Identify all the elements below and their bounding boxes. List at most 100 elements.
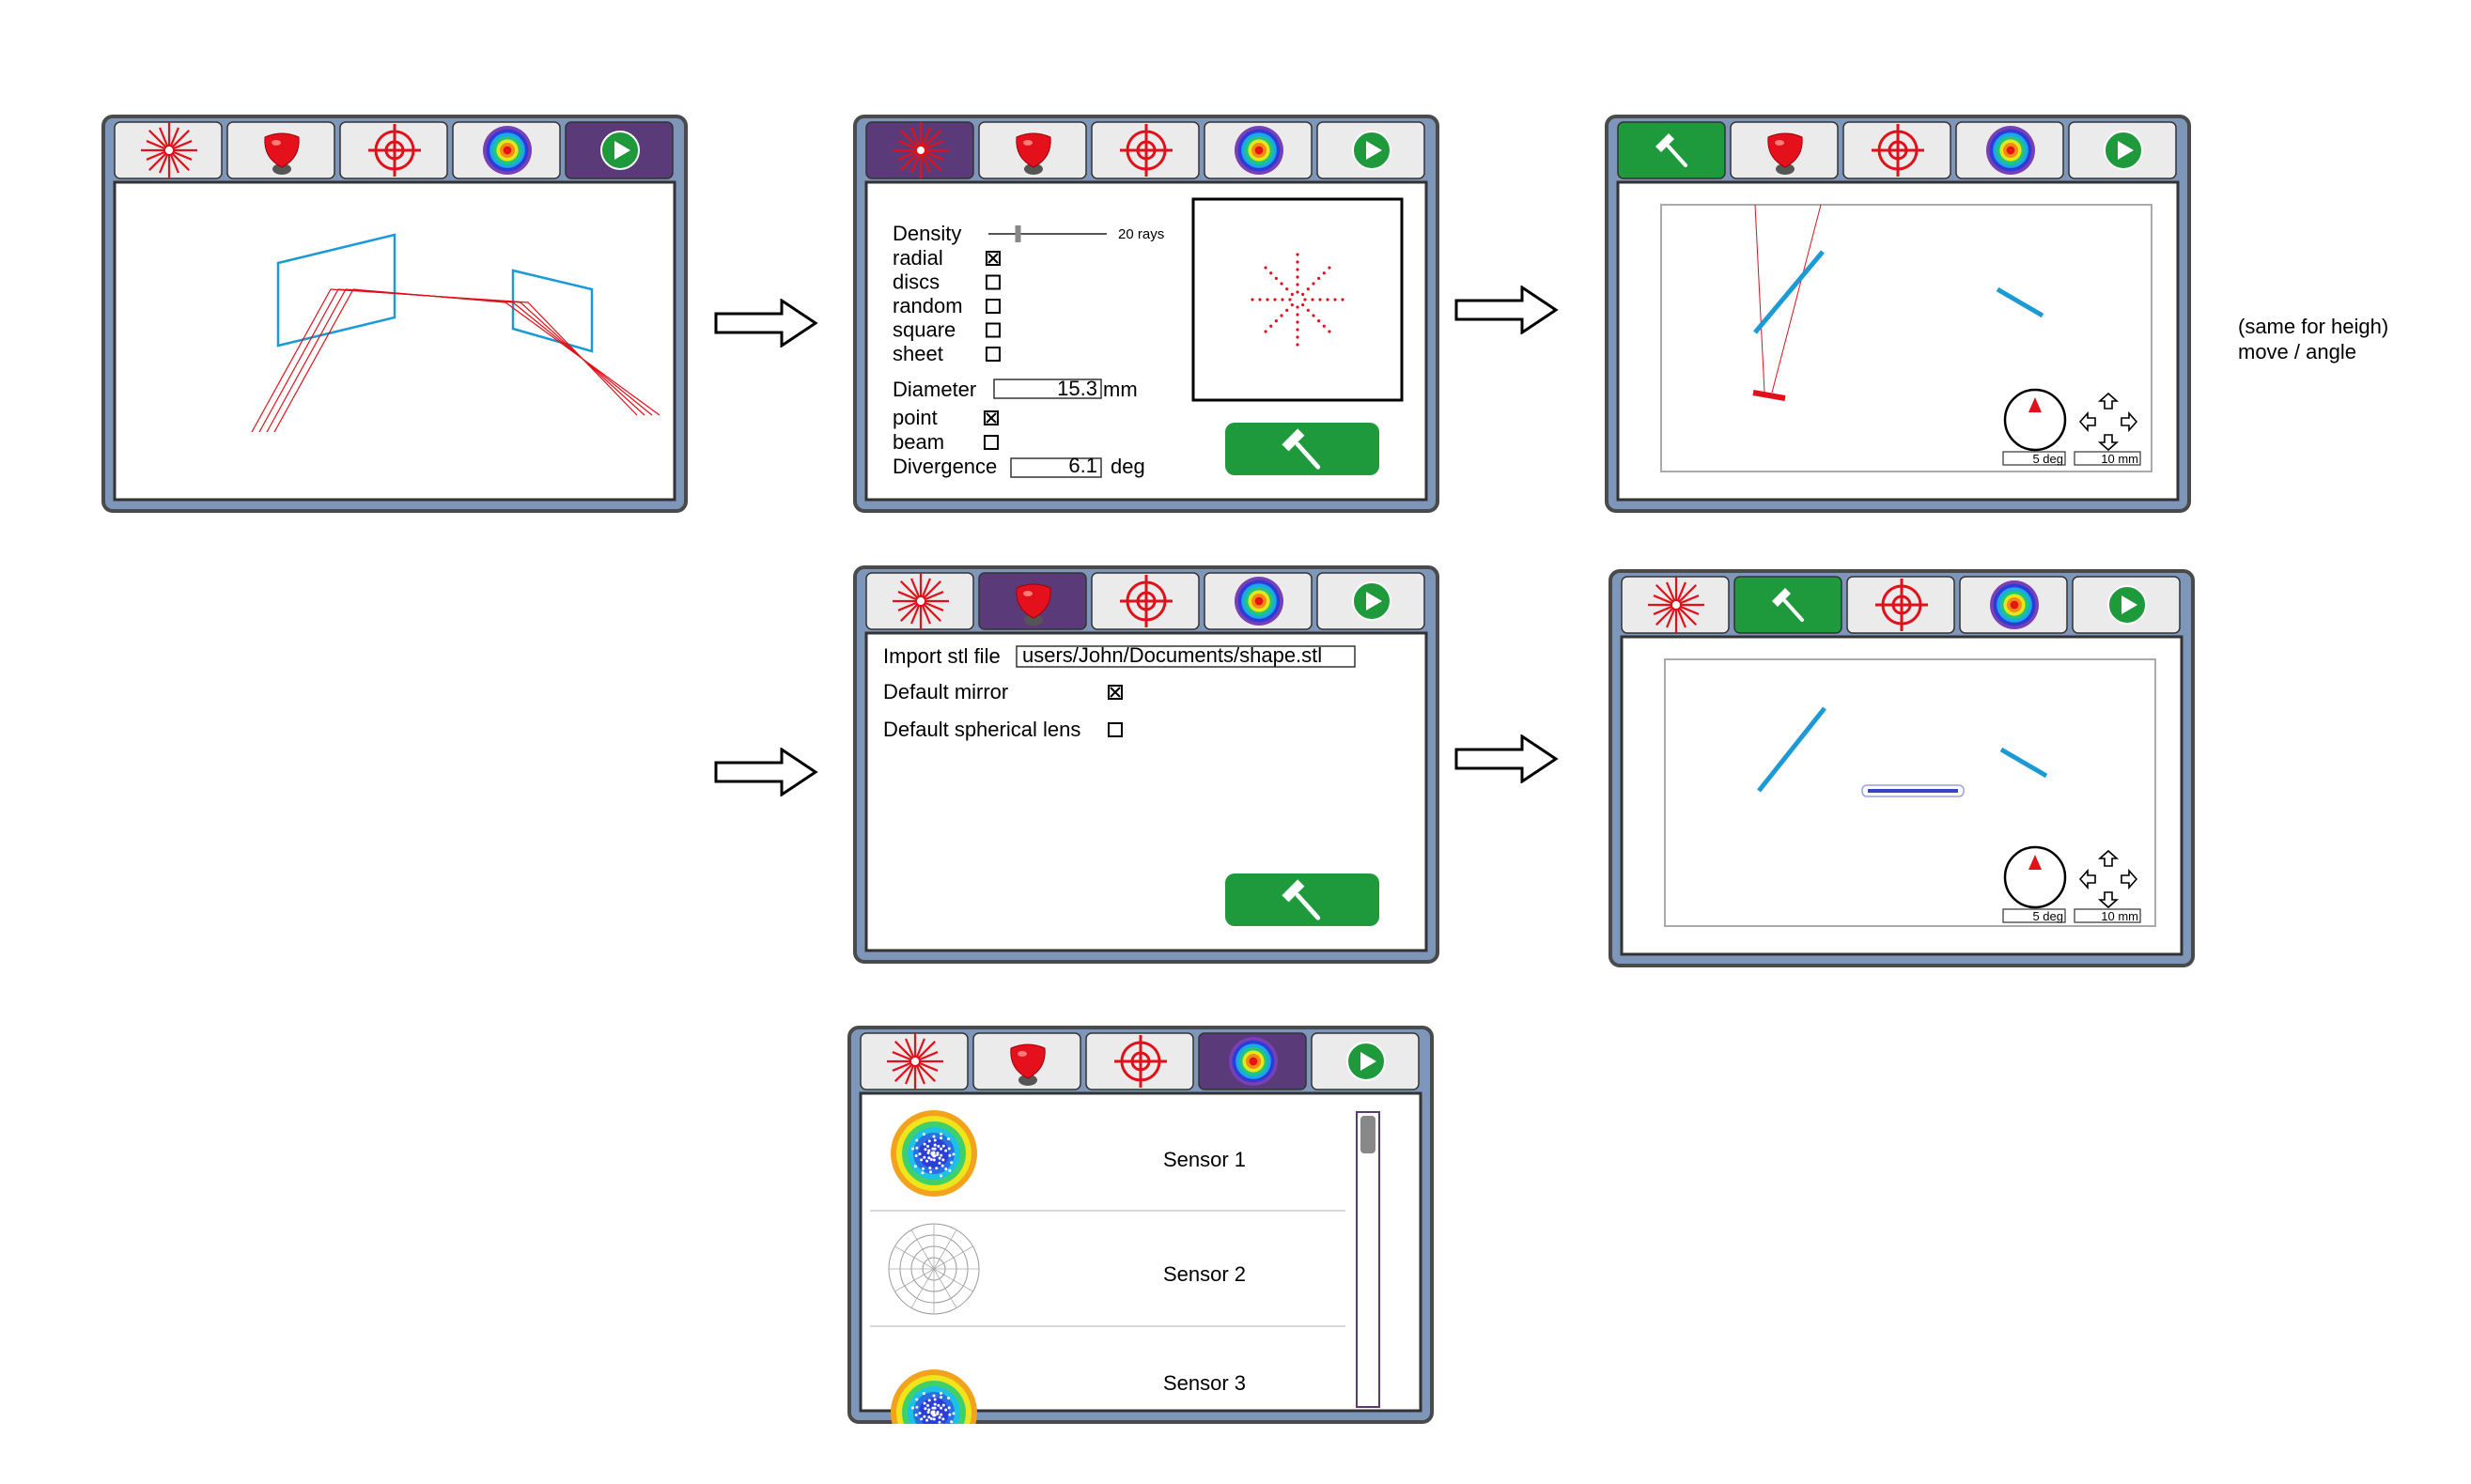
rainbow-sensor-icon <box>1986 126 2035 175</box>
tab-rainbow-sensor[interactable] <box>1955 121 2064 179</box>
tab-rainbow-sensor[interactable] <box>1204 121 1313 179</box>
density-slider-knob[interactable] <box>1015 225 1021 242</box>
tab-play[interactable] <box>565 121 674 179</box>
ray-preview <box>1191 197 1404 402</box>
window-sensors: Sensor 1 Sensor 2 Sensor 3 <box>847 1026 1434 1424</box>
ray-source-icon <box>1648 577 1704 633</box>
tab-rainbow-sensor[interactable] <box>1204 572 1313 630</box>
flow-arrow <box>1454 734 1559 783</box>
sensor-label: Sensor 1 <box>1163 1148 1246 1171</box>
play-icon <box>1352 131 1391 170</box>
rainbow-sensor-icon <box>1235 577 1283 626</box>
density-value: 20 rays <box>1118 226 1164 242</box>
window-place-source: 5 deg 10 mm <box>1605 115 2191 513</box>
source-option-checkbox[interactable] <box>986 274 1001 290</box>
element-option-label: Default mirror <box>883 680 1008 703</box>
flow-arrow <box>714 748 818 796</box>
tab-ray-source[interactable] <box>865 572 974 630</box>
tab-crosshair-target[interactable] <box>1842 121 1951 179</box>
beam-option-label: beam <box>893 430 944 454</box>
tab-crosshair-target[interactable] <box>1091 121 1200 179</box>
import-label: Import stl file <box>883 644 1001 668</box>
tab-play[interactable] <box>1311 1032 1420 1090</box>
beam-option-checkbox[interactable] <box>984 410 999 425</box>
build-button[interactable] <box>1225 873 1379 926</box>
window-source-settings: Density 20 rays radialdiscsrandomsquareshe… <box>853 115 1439 513</box>
tab-ray-source[interactable] <box>1621 576 1730 634</box>
play-icon <box>600 131 640 170</box>
diameter-label: Diameter <box>893 378 976 401</box>
import-path-value: users/John/Documents/shape.stl <box>1022 643 1322 667</box>
tab-crosshair-target[interactable] <box>1085 1032 1194 1090</box>
tab-red-lens[interactable] <box>978 572 1087 630</box>
diameter-unit: mm <box>1103 378 1138 401</box>
window-3d-view <box>101 115 688 513</box>
source-option-checkbox[interactable] <box>986 322 1001 338</box>
tab-play[interactable] <box>2072 576 2181 634</box>
ray-source-icon <box>893 122 949 178</box>
divergence-value: 6.1 <box>1068 454 1097 477</box>
window-place-element: 5 deg 10 mm <box>1608 569 2195 967</box>
window-element-settings: Import stl file users/John/Documents/shap… <box>853 565 1439 964</box>
tab-ray-source[interactable] <box>114 121 223 179</box>
rainbow-sensor-icon <box>483 126 532 175</box>
content-area <box>113 180 676 502</box>
top-view <box>1664 658 2156 927</box>
move-step-value: 10 mm <box>2101 909 2138 923</box>
tab-play[interactable] <box>1316 572 1425 630</box>
tab-crosshair-target[interactable] <box>1091 572 1200 630</box>
scrollbar-thumb[interactable] <box>1360 1116 1375 1153</box>
source-option-label: random <box>893 294 963 317</box>
sensor-heatmap-thumb <box>891 1110 977 1197</box>
note-line-1: (same for heigh) <box>2238 315 2389 338</box>
mockup-canvas: Density 20 rays radial discs random square she… <box>0 0 2471 1484</box>
source-option-checkbox[interactable] <box>986 251 1001 266</box>
sensor-label: Sensor 2 <box>1163 1262 1246 1286</box>
tab-red-lens[interactable] <box>1730 121 1839 179</box>
angle-dial[interactable] <box>2003 845 2067 909</box>
tab-rainbow-sensor[interactable] <box>1959 576 2068 634</box>
source-option-label: radial <box>893 246 943 270</box>
ray-source-icon <box>141 122 197 178</box>
build-button[interactable] <box>1225 423 1379 475</box>
tab-ray-source[interactable] <box>1617 121 1726 179</box>
flow-arrow <box>714 299 818 348</box>
tab-red-lens[interactable] <box>226 121 335 179</box>
tab-rainbow-sensor[interactable] <box>1198 1032 1307 1090</box>
source-option-checkbox[interactable] <box>986 299 1001 314</box>
element-option-checkbox[interactable] <box>1108 722 1123 737</box>
tab-rainbow-sensor[interactable] <box>452 121 561 179</box>
side-note: (same for heigh) move / angle <box>2238 314 2388 364</box>
angle-step-value: 5 deg <box>2032 909 2063 923</box>
tab-ray-source[interactable] <box>860 1032 969 1090</box>
divergence-unit: deg <box>1111 455 1145 478</box>
tab-crosshair-target[interactable] <box>339 121 448 179</box>
ray-source-icon <box>893 573 949 629</box>
scrollbar[interactable] <box>1356 1111 1380 1408</box>
play-icon <box>1346 1042 1386 1081</box>
angle-step-value: 5 deg <box>2032 452 2063 466</box>
source-option-label: square <box>893 318 956 342</box>
element-option-checkbox[interactable] <box>1108 685 1123 700</box>
play-icon <box>2104 131 2143 170</box>
divergence-label: Divergence <box>893 455 997 478</box>
tab-red-lens[interactable] <box>972 1032 1081 1090</box>
tab-red-lens[interactable] <box>978 121 1087 179</box>
element-option-label: Default spherical lens <box>883 718 1080 741</box>
beam-option-checkbox[interactable] <box>984 435 999 450</box>
note-line-2: move / angle <box>2238 340 2356 363</box>
diameter-value: 15.3 <box>1057 377 1097 400</box>
rainbow-sensor-icon <box>1235 126 1283 175</box>
play-icon <box>2107 585 2147 625</box>
top-view <box>1660 204 2152 472</box>
tab-crosshair-target[interactable] <box>1846 576 1955 634</box>
tab-play[interactable] <box>2068 121 2177 179</box>
source-option-checkbox[interactable] <box>986 347 1001 362</box>
tab-ray-source[interactable] <box>865 121 974 179</box>
tab-red-lens[interactable] <box>1733 576 1842 634</box>
rainbow-sensor-icon <box>1990 580 2039 629</box>
tab-play[interactable] <box>1316 121 1425 179</box>
move-step-value: 10 mm <box>2101 452 2138 466</box>
angle-dial[interactable] <box>2003 388 2067 452</box>
source-option-label: sheet <box>893 342 943 365</box>
